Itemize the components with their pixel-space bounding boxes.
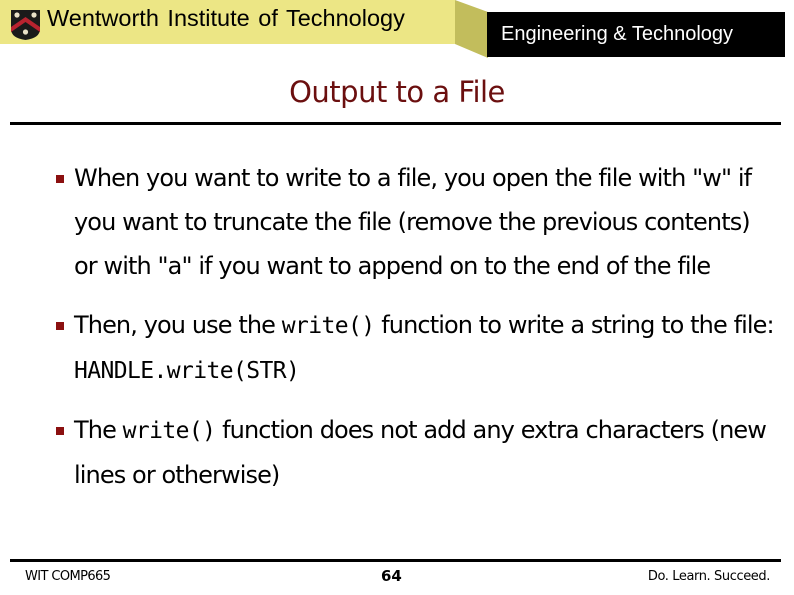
title-divider — [10, 122, 781, 125]
square-bullet-icon — [56, 175, 64, 183]
department-box: Engineering & Technology — [487, 12, 785, 57]
bullet-list: When you want to write to a file, you op… — [55, 156, 775, 497]
page-number: 64 — [381, 567, 402, 585]
institution-name: Wentworth Institute of Technology — [47, 5, 405, 31]
footer-slogan: Do. Learn. Succeed. — [647, 569, 771, 584]
inline-code: write() — [122, 418, 216, 444]
square-bullet-icon — [56, 322, 64, 330]
footer-divider — [10, 559, 781, 562]
bullet-text: When you want to write to a file, you op… — [74, 164, 752, 280]
department-name: Engineering & Technology — [501, 23, 734, 45]
bullet-text: Then, you use the — [74, 311, 282, 339]
inline-code: write() — [281, 313, 375, 339]
bullet-item: When you want to write to a file, you op… — [55, 156, 775, 288]
square-bullet-icon — [56, 427, 64, 435]
banner-bevel — [455, 0, 488, 58]
institution-banner: Wentworth Institute of Technology — [0, 0, 455, 44]
inline-code: HANDLE.write(STR) — [74, 358, 300, 384]
crest-shield-icon — [11, 10, 40, 40]
bullet-text: function to write a string to the file: — [374, 311, 774, 339]
bullet-item: Then, you use the write() function to wr… — [55, 303, 775, 393]
footer-course: WIT COMP665 — [25, 569, 111, 584]
bullet-item: The write() function does not add any ex… — [55, 408, 775, 497]
slide-title: Output to a File — [289, 75, 505, 109]
bullet-text: The — [74, 416, 123, 444]
